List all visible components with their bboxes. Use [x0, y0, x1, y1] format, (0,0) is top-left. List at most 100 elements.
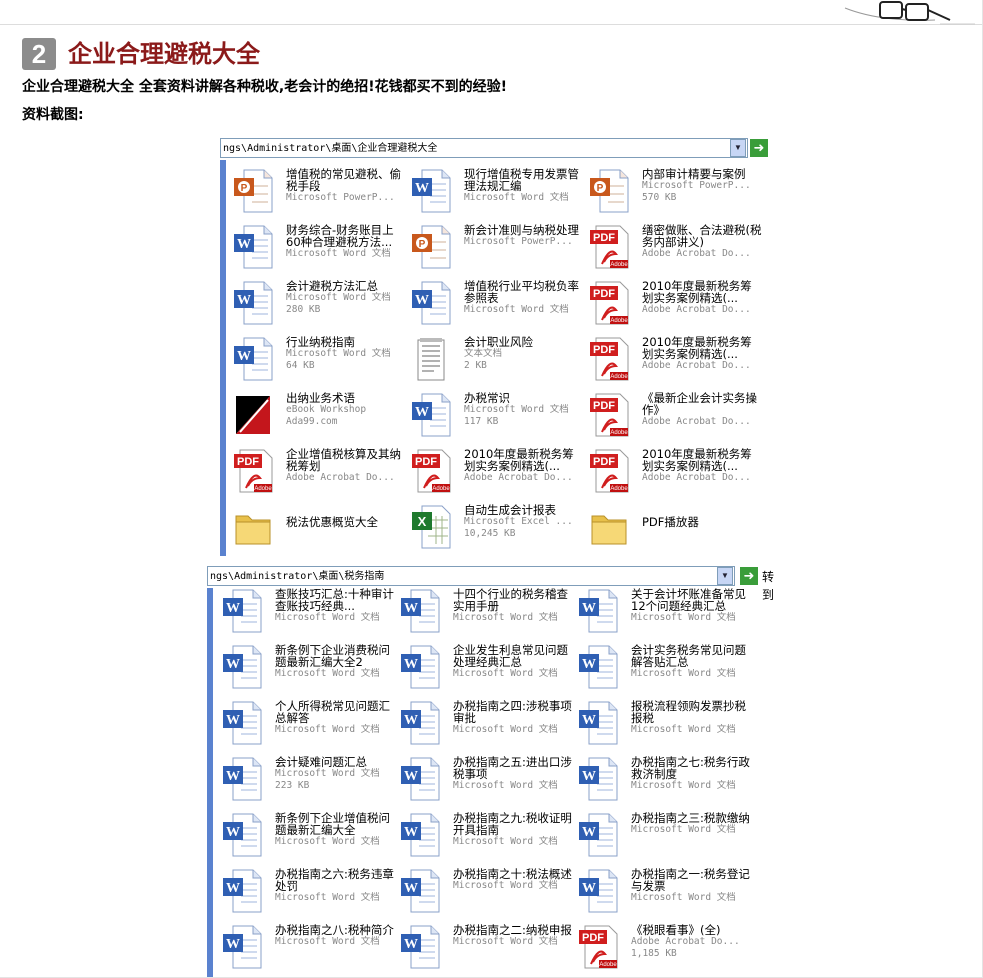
go-arrow-icon[interactable]: ➜ [750, 139, 768, 157]
file-item[interactable]: W 行业纳税指南 Microsoft Word 文档 64 KB [232, 336, 410, 388]
file-item[interactable]: PDF播放器 [588, 504, 766, 556]
go-button-label[interactable]: 转到 [762, 568, 779, 604]
file-item[interactable]: W 会计避税方法汇总 Microsoft Word 文档 280 KB [232, 280, 410, 332]
svg-text:W: W [237, 349, 251, 364]
file-info: 内部审计精要与案例 Microsoft PowerP... 570 KB [642, 168, 762, 204]
address-dropdown-button[interactable]: ▼ [717, 567, 733, 585]
folder-icon [588, 504, 630, 550]
file-info: 办税指南之九:税收证明开具指南 Microsoft Word 文档 [453, 812, 573, 848]
file-type: Microsoft Word 文档 [464, 404, 569, 415]
file-type: Microsoft Word 文档 [453, 612, 558, 623]
file-item[interactable]: W 现行增值税专用发票管理法规汇编 Microsoft Word 文档 [410, 168, 588, 220]
file-item[interactable]: 出纳业务术语 eBook Workshop Ada99.com [232, 392, 410, 444]
svg-text:W: W [226, 937, 240, 952]
file-item[interactable]: W 查账技巧汇总:十种审计查账技巧经典... Microsoft Word 文档 [221, 588, 399, 640]
pdf-icon: PDF Adobe [232, 448, 274, 494]
file-item[interactable]: P 增值税的常见避税、偷税手段 Microsoft PowerP... [232, 168, 410, 220]
file-type: Microsoft Word 文档 [631, 668, 736, 679]
file-item[interactable]: W 报税流程领购发票抄税报税 Microsoft Word 文档 [577, 700, 755, 752]
file-item[interactable]: PDF Adobe 《最新企业会计实务操作》 Adobe Acrobat Do... [588, 392, 766, 444]
file-item[interactable]: W 办税指南之二:纳税申报 Microsoft Word 文档 [399, 924, 577, 976]
file-item[interactable]: W 关于会计坏账准备常见12个问题经典汇总 Microsoft Word 文档 [577, 588, 755, 640]
file-info: 2010年度最新税务筹划实务案例精选(... Adobe Acrobat Do..… [642, 448, 762, 484]
svg-text:Adobe: Adobe [610, 486, 628, 492]
file-item[interactable]: W 办税指南之一:税务登记与发票 Microsoft Word 文档 [577, 868, 755, 920]
file-item[interactable]: W 办税指南之七:税务行政救济制度 Microsoft Word 文档 [577, 756, 755, 808]
file-info: 会计疑难问题汇总 Microsoft Word 文档 223 KB [275, 756, 395, 792]
file-item[interactable]: W 办税指南之六:税务违章处罚 Microsoft Word 文档 [221, 868, 399, 920]
file-name: 《税眼看事》(全) [631, 924, 721, 936]
file-name: 新会计准则与纳税处理 [464, 224, 579, 236]
file-item[interactable]: W 办税指南之八:税种简介 Microsoft Word 文档 [221, 924, 399, 976]
address-bar[interactable]: ngs\Administrator\桌面\税务指南 [207, 566, 735, 586]
word-doc-icon: W [232, 280, 274, 326]
file-item[interactable]: P 新会计准则与纳税处理 Microsoft PowerP... [410, 224, 588, 276]
file-name: 办税常识 [464, 392, 510, 404]
word-doc-icon: W [577, 868, 619, 914]
file-name: 增值税的常见避税、偷税手段 [286, 168, 401, 192]
word-doc-icon: W [410, 392, 452, 438]
file-item[interactable]: W 办税指南之三:税款缴纳 Microsoft Word 文档 [577, 812, 755, 864]
word-doc-icon: W [221, 756, 263, 802]
pdf-icon: PDF Adobe [588, 336, 630, 382]
word-doc-icon: W [577, 700, 619, 746]
file-item[interactable]: PDF Adobe 企业增值税核算及其纳税筹划 Adobe Acrobat Do... [232, 448, 410, 500]
file-type: Microsoft Word 文档 [275, 936, 380, 947]
pdf-icon: PDF Adobe [410, 448, 452, 494]
file-info: 报税流程领购发票抄税报税 Microsoft Word 文档 [631, 700, 751, 736]
file-type: Microsoft Word 文档 [631, 612, 736, 623]
file-info: 现行增值税专用发票管理法规汇编 Microsoft Word 文档 [464, 168, 584, 204]
file-item[interactable]: W 办税指南之十:税法概述 Microsoft Word 文档 [399, 868, 577, 920]
svg-text:Adobe: Adobe [610, 374, 628, 380]
svg-text:W: W [582, 713, 596, 728]
file-item[interactable]: PDF Adobe 缮密做账、合法避税(税务内部讲义) Adobe Acrobat D… [588, 224, 766, 276]
file-item[interactable]: W 财务综合-财务账目上60种合理避税方法... Microsoft Word 文档 [232, 224, 410, 276]
file-item[interactable]: PDF Adobe 2010年度最新税务筹划实务案例精选(... Adobe Acro… [588, 448, 766, 500]
file-info: 办税指南之八:税种简介 Microsoft Word 文档 [275, 924, 395, 948]
file-item[interactable]: W 个人所得税常见问题汇总解答 Microsoft Word 文档 [221, 700, 399, 752]
svg-text:W: W [237, 293, 251, 308]
file-name: 办税指南之九:税收证明开具指南 [453, 812, 572, 836]
file-item[interactable]: W 办税常识 Microsoft Word 文档 117 KB [410, 392, 588, 444]
file-item[interactable]: W 办税指南之五:进出口涉税事项 Microsoft Word 文档 [399, 756, 577, 808]
file-info: 会计实务税务常见问题解答贴汇总 Microsoft Word 文档 [631, 644, 751, 680]
file-info: 办税指南之一:税务登记与发票 Microsoft Word 文档 [631, 868, 751, 904]
file-item[interactable]: X 自动生成会计报表 Microsoft Excel ... 10,245 KB [410, 504, 588, 556]
file-name: 现行增值税专用发票管理法规汇编 [464, 168, 579, 192]
file-name: 报税流程领购发票抄税报税 [631, 700, 746, 724]
file-item[interactable]: W 增值税行业平均税负率参照表 Microsoft Word 文档 [410, 280, 588, 332]
file-type: Microsoft Word 文档 [631, 892, 736, 903]
file-item[interactable]: PDF Adobe 2010年度最新税务筹划实务案例精选(... Adobe Acro… [588, 336, 766, 388]
svg-text:W: W [582, 601, 596, 616]
file-item[interactable]: W 十四个行业的税务稽查实用手册 Microsoft Word 文档 [399, 588, 577, 640]
file-item[interactable]: PDF Adobe 《税眼看事》(全) Adobe Acrobat Do... 1,18… [577, 924, 755, 976]
file-item[interactable]: W 企业发生利息常见问题处理经典汇总 Microsoft Word 文档 [399, 644, 577, 696]
pdf-icon: PDF Adobe [588, 392, 630, 438]
file-item[interactable]: P 内部审计精要与案例 Microsoft PowerP... 570 KB [588, 168, 766, 220]
file-name: 十四个行业的税务稽查实用手册 [453, 588, 568, 612]
file-item[interactable]: 税法优惠概览大全 [232, 504, 410, 556]
file-item[interactable]: W 会计实务税务常见问题解答贴汇总 Microsoft Word 文档 [577, 644, 755, 696]
file-item[interactable]: W 新条例下企业消费税问题最新汇编大全2 Microsoft Word 文档 [221, 644, 399, 696]
file-item[interactable]: PDF Adobe 2010年度最新税务筹划实务案例精选(... Adobe Acro… [588, 280, 766, 332]
address-dropdown-button[interactable]: ▼ [730, 139, 746, 157]
file-item[interactable]: W 办税指南之四:涉税事项审批 Microsoft Word 文档 [399, 700, 577, 752]
glasses-illustration-icon [844, 1, 975, 25]
file-type: eBook Workshop [286, 404, 367, 415]
sidebar-strip [220, 160, 226, 556]
file-item[interactable]: W 会计疑难问题汇总 Microsoft Word 文档 223 KB [221, 756, 399, 808]
file-name: PDF播放器 [642, 516, 699, 528]
file-type: Microsoft Word 文档 [275, 892, 380, 903]
svg-text:P: P [419, 239, 426, 250]
file-type: Microsoft Word 文档 [464, 192, 569, 203]
file-info: 办税指南之十:税法概述 Microsoft Word 文档 [453, 868, 573, 892]
address-bar[interactable]: ngs\Administrator\桌面\企业合理避税大全 [220, 138, 748, 158]
file-item[interactable]: W 新条例下企业增值税问题最新汇编大全 Microsoft Word 文档 [221, 812, 399, 864]
file-name: 办税指南之八:税种简介 [275, 924, 394, 936]
file-item[interactable]: 会计职业风险 文本文档 2 KB [410, 336, 588, 388]
svg-text:W: W [404, 601, 418, 616]
file-item[interactable]: PDF Adobe 2010年度最新税务筹划实务案例精选(... Adobe Acro… [410, 448, 588, 500]
file-item[interactable]: W 办税指南之九:税收证明开具指南 Microsoft Word 文档 [399, 812, 577, 864]
svg-text:W: W [226, 601, 240, 616]
go-arrow-icon[interactable]: ➜ [740, 567, 758, 585]
